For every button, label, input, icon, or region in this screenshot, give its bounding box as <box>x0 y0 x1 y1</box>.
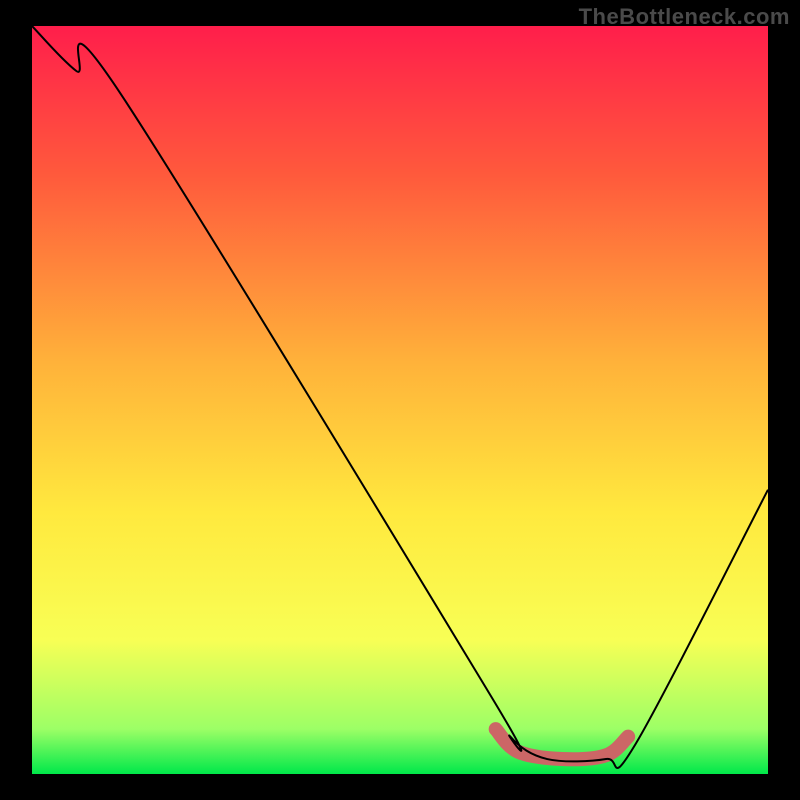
gradient-background <box>32 26 768 774</box>
plot-area <box>32 26 768 774</box>
chart-frame: TheBottleneck.com <box>0 0 800 800</box>
watermark-text: TheBottleneck.com <box>579 4 790 30</box>
chart-svg <box>32 26 768 774</box>
